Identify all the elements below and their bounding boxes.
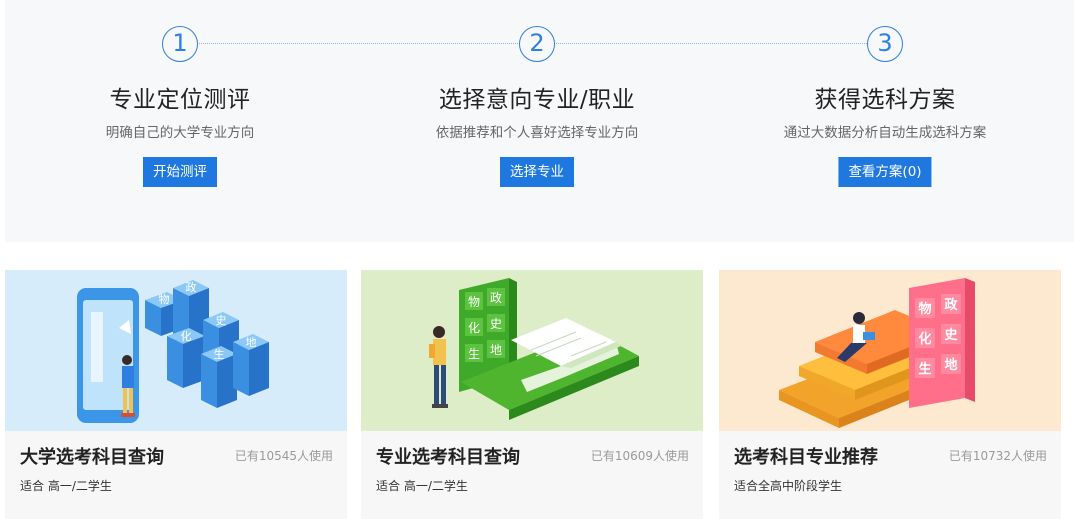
block-label: 史 <box>944 327 958 343</box>
view-plan-button[interactable]: 查看方案(0) <box>838 157 932 187</box>
block-label: 物 <box>918 301 931 317</box>
block-label: 政 <box>944 297 958 313</box>
block-label: 生 <box>214 347 225 361</box>
card-university-subject-query[interactable]: 物 政 化 史 生 地 大学选考科目查询 已有10545人使用 适合 高一/二学… <box>5 270 347 519</box>
usage-count: 已有10732人使用 <box>948 449 1047 463</box>
block-label: 物 <box>159 292 170 306</box>
step-description: 通过大数据分析自动生成选科方案 <box>783 125 987 141</box>
block-label: 地 <box>490 343 502 357</box>
block-label: 化 <box>468 321 480 335</box>
card-subtitle: 适合全高中阶段学生 <box>734 479 843 493</box>
steps-panel: 1 专业定位测评 明确自己的大学专业方向 开始测评 2 选择意向专业/职业 依据… <box>5 0 1074 242</box>
card-illustration-books-tiles: 物 政 化 史 生 地 <box>719 270 1061 431</box>
block-label: 史 <box>490 317 502 331</box>
block-label: 政 <box>490 291 502 305</box>
block-label: 地 <box>944 357 957 373</box>
card-illustration-phone-blocks: 物 政 化 史 生 地 <box>5 270 347 431</box>
step-number-badge: 3 <box>867 26 903 62</box>
card-title: 选考科目专业推荐 <box>734 447 878 468</box>
block-label: 史 <box>216 314 227 327</box>
usage-count: 已有10545人使用 <box>234 449 333 463</box>
step-description: 依据推荐和个人喜好选择专业方向 <box>435 125 639 141</box>
block-label: 政 <box>186 280 197 294</box>
step-number-badge: 2 <box>519 26 555 62</box>
card-subtitle: 适合 高一/二学生 <box>20 479 112 493</box>
block-label: 地 <box>246 336 257 349</box>
block-label: 生 <box>918 361 931 377</box>
block-label: 物 <box>468 295 480 309</box>
card-subtitle: 适合 高一/二学生 <box>376 479 468 493</box>
step-number-badge: 1 <box>162 26 198 62</box>
card-illustration-book-board: 物 政 化 史 生 地 <box>361 270 703 431</box>
card-subject-major-recommendation[interactable]: 物 政 化 史 生 地 选考科目专业推荐 已有10732人使用 适合全高中阶段学… <box>719 270 1061 519</box>
step-description: 明确自己的大学专业方向 <box>105 125 255 141</box>
choose-major-button[interactable]: 选择专业 <box>500 157 574 187</box>
usage-count: 已有10609人使用 <box>590 449 689 463</box>
step-title: 专业定位测评 <box>109 87 251 113</box>
start-assessment-button[interactable]: 开始测评 <box>143 157 217 187</box>
block-label: 化 <box>918 331 931 347</box>
block-label: 化 <box>181 329 192 343</box>
card-title: 大学选考科目查询 <box>20 447 164 468</box>
card-major-subject-query[interactable]: 物 政 化 史 生 地 专业选考科目查询 已有10609人使用 适合 高一/二学… <box>361 270 703 519</box>
step-title: 获得选科方案 <box>814 87 956 113</box>
step-connector-1 <box>190 43 530 44</box>
step-title: 选择意向专业/职业 <box>438 87 636 113</box>
block-label: 生 <box>468 347 480 361</box>
card-title: 专业选考科目查询 <box>376 447 520 468</box>
step-connector-2 <box>547 43 887 44</box>
